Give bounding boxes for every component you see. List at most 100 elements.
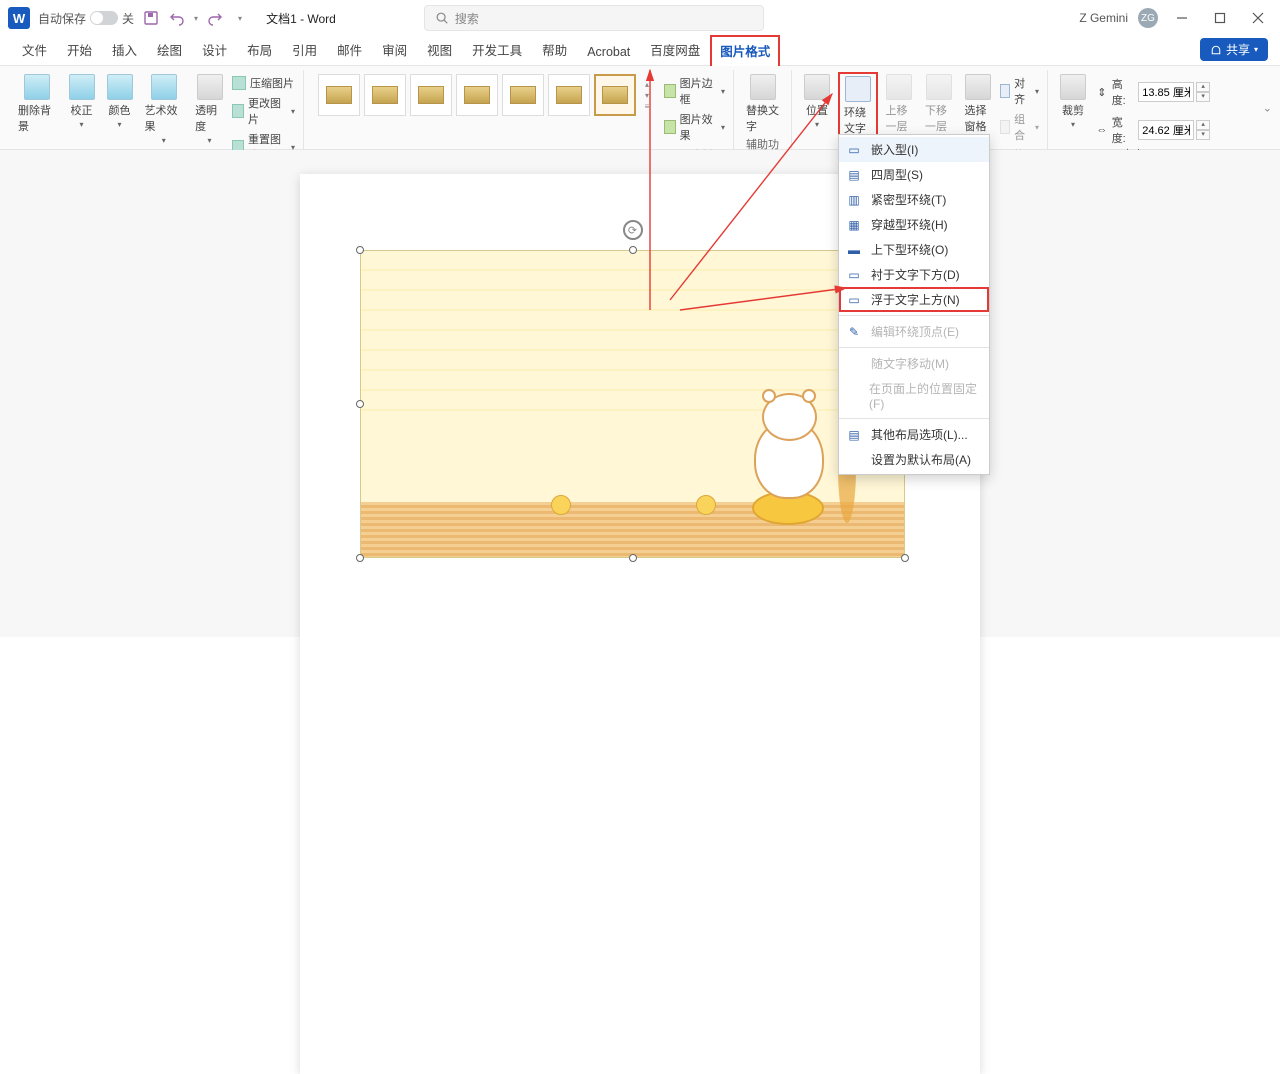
- menu-set-default[interactable]: 设置为默认布局(A): [839, 447, 989, 472]
- user-name[interactable]: Z Gemini: [1079, 11, 1128, 25]
- undo-icon[interactable]: [168, 9, 186, 27]
- alt-text-button[interactable]: 替换文字: [742, 72, 783, 136]
- tab-developer[interactable]: 开发工具: [462, 34, 532, 65]
- style-thumb[interactable]: [548, 74, 590, 116]
- height-field[interactable]: ⇕ 高度: ▴▾: [1094, 76, 1210, 108]
- menu-topbottom[interactable]: ▬上下型环绕(O): [839, 237, 989, 262]
- artistic-effects-button[interactable]: 艺术效果▾: [141, 72, 188, 147]
- menu-behind[interactable]: ▭衬于文字下方(D): [839, 262, 989, 287]
- gallery-more-button[interactable]: ▴▾≡: [640, 80, 654, 111]
- autosave-toggle[interactable]: [90, 11, 118, 25]
- spin-down[interactable]: ▾: [1196, 130, 1210, 140]
- close-button[interactable]: [1244, 4, 1272, 32]
- style-thumb[interactable]: [502, 74, 544, 116]
- tab-layout[interactable]: 布局: [237, 34, 282, 65]
- wrap-topbottom-icon: ▬: [845, 243, 863, 257]
- spin-down[interactable]: ▾: [1196, 92, 1210, 102]
- tab-help[interactable]: 帮助: [532, 34, 577, 65]
- wrap-tight-icon: ▥: [845, 193, 863, 207]
- more-layout-icon: ▤: [845, 428, 863, 442]
- wrap-through-icon: ▦: [845, 218, 863, 232]
- menu-tight[interactable]: ▥紧密型环绕(T): [839, 187, 989, 212]
- rotate-handle[interactable]: ⟳: [623, 220, 643, 240]
- menu-more-layout[interactable]: ▤其他布局选项(L)...: [839, 422, 989, 447]
- resize-handle-s[interactable]: [629, 554, 637, 562]
- style-thumb[interactable]: [456, 74, 498, 116]
- document-title: 文档1 - Word: [266, 10, 336, 27]
- menu-through[interactable]: ▦穿越型环绕(H): [839, 212, 989, 237]
- style-thumb-selected[interactable]: [594, 74, 636, 116]
- spin-up[interactable]: ▴: [1196, 120, 1210, 130]
- width-field[interactable]: ⇔ 宽度: ▴▾: [1094, 114, 1210, 146]
- crop-button[interactable]: 裁剪▾: [1056, 72, 1090, 131]
- picture-styles-gallery[interactable]: ▴▾≡: [312, 72, 660, 118]
- height-icon: ⇕: [1094, 84, 1110, 100]
- search-icon: [435, 11, 449, 25]
- wrap-square-icon: ▤: [845, 168, 863, 182]
- picture-content: [360, 250, 905, 558]
- qat-more-caret[interactable]: ▾: [238, 14, 242, 23]
- undo-caret[interactable]: ▾: [194, 14, 198, 23]
- resize-handle-nw[interactable]: [356, 246, 364, 254]
- color-button[interactable]: 颜色▾: [103, 72, 137, 131]
- share-button[interactable]: 共享 ▾: [1200, 38, 1268, 61]
- tab-file[interactable]: 文件: [12, 34, 57, 65]
- resize-handle-n[interactable]: [629, 246, 637, 254]
- picture-effects-button[interactable]: 图片效果▾: [664, 110, 725, 144]
- save-icon[interactable]: [142, 9, 160, 27]
- resize-handle-se[interactable]: [901, 554, 909, 562]
- transparency-button[interactable]: 透明度▾: [191, 72, 228, 147]
- tab-acrobat[interactable]: Acrobat: [577, 39, 640, 65]
- tab-home[interactable]: 开始: [57, 34, 102, 65]
- wrap-inline-icon: ▭: [845, 143, 863, 157]
- resize-handle-sw[interactable]: [356, 554, 364, 562]
- change-picture-button[interactable]: 更改图片▾: [232, 94, 295, 128]
- height-input[interactable]: [1138, 82, 1194, 102]
- wrap-infront-icon: ▭: [845, 293, 863, 307]
- tab-mailings[interactable]: 邮件: [327, 34, 372, 65]
- remove-background-button[interactable]: 删除背景: [14, 72, 61, 136]
- menu-infront[interactable]: ▭浮于文字上方(N): [839, 287, 989, 312]
- search-placeholder: 搜索: [455, 10, 479, 27]
- width-icon: ⇔: [1094, 122, 1110, 138]
- redo-icon[interactable]: [206, 9, 224, 27]
- autosave-label: 自动保存: [38, 10, 86, 27]
- selected-picture[interactable]: ⟳: [360, 250, 905, 558]
- autosave[interactable]: 自动保存 关: [38, 10, 134, 27]
- search-box[interactable]: 搜索: [424, 5, 764, 31]
- minimize-button[interactable]: [1168, 4, 1196, 32]
- wrap-text-menu: ▭嵌入型(I) ▤四周型(S) ▥紧密型环绕(T) ▦穿越型环绕(H) ▬上下型…: [838, 134, 990, 475]
- spin-up[interactable]: ▴: [1196, 82, 1210, 92]
- tab-baidu[interactable]: 百度网盘: [640, 34, 710, 65]
- style-thumb[interactable]: [364, 74, 406, 116]
- menu-inline[interactable]: ▭嵌入型(I): [839, 137, 989, 162]
- tab-picture-format[interactable]: 图片格式: [710, 35, 780, 66]
- selection-pane-button[interactable]: 选择窗格: [961, 72, 997, 136]
- tab-design[interactable]: 设计: [192, 34, 237, 65]
- tab-draw[interactable]: 绘图: [147, 34, 192, 65]
- menu-fix-on-page: 在页面上的位置固定(F): [839, 376, 989, 415]
- width-input[interactable]: [1138, 120, 1194, 140]
- align-button[interactable]: 对齐▾: [1000, 74, 1039, 108]
- picture-border-button[interactable]: 图片边框▾: [664, 74, 725, 108]
- position-button[interactable]: 位置▾: [800, 72, 834, 131]
- tab-references[interactable]: 引用: [282, 34, 327, 65]
- compress-pictures-button[interactable]: 压缩图片: [232, 74, 295, 92]
- tab-view[interactable]: 视图: [417, 34, 462, 65]
- resize-handle-w[interactable]: [356, 400, 364, 408]
- style-thumb[interactable]: [410, 74, 452, 116]
- group-objects-button[interactable]: 组合▾: [1000, 110, 1039, 144]
- tab-review[interactable]: 审阅: [372, 34, 417, 65]
- user-avatar[interactable]: ZG: [1138, 8, 1158, 28]
- menu-square[interactable]: ▤四周型(S): [839, 162, 989, 187]
- edit-points-icon: ✎: [845, 325, 863, 339]
- ribbon-collapse-button[interactable]: ⌄: [1263, 101, 1272, 114]
- maximize-button[interactable]: [1206, 4, 1234, 32]
- share-label: 共享: [1226, 41, 1250, 58]
- tab-insert[interactable]: 插入: [102, 34, 147, 65]
- corrections-button[interactable]: 校正▾: [65, 72, 99, 131]
- menu-edit-wrap-points: ✎编辑环绕顶点(E): [839, 319, 989, 344]
- app-icon: W: [8, 7, 30, 29]
- wrap-behind-icon: ▭: [845, 268, 863, 282]
- style-thumb[interactable]: [318, 74, 360, 116]
